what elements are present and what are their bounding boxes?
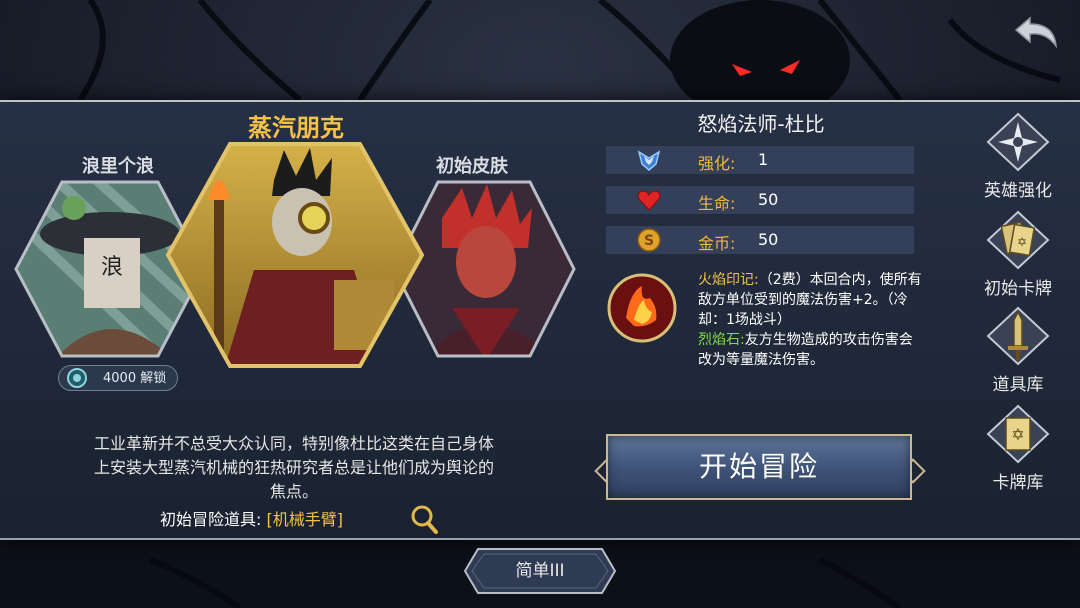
skill-name: 烈焰石: [698, 332, 745, 348]
gold-coin-icon: S [637, 228, 661, 252]
sidebar-starting-cards[interactable]: ✡ 初始卡牌 [972, 210, 1064, 299]
stat-label: 生命: [698, 194, 736, 213]
skin-title-center: 蒸汽朋克 [248, 114, 344, 142]
magnifier-icon[interactable] [410, 504, 438, 534]
sword-icon [986, 306, 1050, 366]
unlock-cost-badge[interactable]: 4000 解锁 [58, 365, 178, 391]
stat-label: 金币: [698, 234, 736, 253]
heart-icon [637, 190, 661, 211]
stat-row-gold: S 金币: 50 [606, 226, 914, 254]
difficulty-label: 简单III [515, 561, 565, 581]
starting-item: 初始冒险道具: [机械手臂] [160, 506, 343, 530]
skill-name: 火焰印记: [698, 272, 759, 288]
stat-row-level: 强化: 1 [606, 146, 914, 174]
skill-description: 火焰印记:（2费）本回合内，使所有敌方单位受到的魔法伤害+2。（冷却：1场战斗）… [698, 270, 926, 370]
skill-entry-1: 火焰印记:（2费）本回合内，使所有敌方单位受到的魔法伤害+2。（冷却：1场战斗） [698, 270, 926, 330]
hero-description: 工业革新并不总受大众认同，特别像杜比这类在自己身体上安装大型蒸汽机械的狂热研究者… [93, 434, 494, 501]
back-arrow-icon[interactable] [1012, 14, 1060, 50]
starting-item-name[interactable]: [机械手臂] [267, 510, 344, 529]
sidebar-label: 英雄强化 [984, 181, 1052, 201]
stat-row-health: 生命: 50 [606, 186, 914, 214]
sidebar-label: 道具库 [992, 375, 1044, 395]
sidebar-item-library[interactable]: 道具库 [972, 306, 1064, 395]
sidebar-hero-upgrade[interactable]: 英雄强化 [972, 112, 1064, 201]
stat-label: 强化: [698, 154, 736, 173]
stat-value: 50 [758, 230, 779, 249]
svg-text:✡: ✡ [1011, 425, 1024, 444]
svg-text:S: S [644, 233, 654, 249]
blue-rank-icon [637, 150, 661, 171]
star-card-icon: ✡ [986, 404, 1050, 464]
skin-title-right: 初始皮肤 [436, 156, 508, 177]
difficulty-button[interactable]: 简单III [462, 546, 618, 596]
skin-portrait-center[interactable] [164, 140, 426, 370]
stat-value: 1 [758, 150, 769, 169]
cards-icon: ✡ [986, 210, 1050, 270]
svg-text:✡: ✡ [1017, 235, 1027, 249]
start-adventure-button[interactable]: 开始冒险 [606, 434, 912, 500]
unlock-cost-text: 4000 解锁 [103, 371, 167, 386]
sidebar-card-library[interactable]: ✡ 卡牌库 [972, 404, 1064, 493]
svg-text:浪: 浪 [101, 255, 123, 280]
gem-coin-icon [67, 368, 87, 388]
sidebar-label: 初始卡牌 [984, 279, 1052, 299]
hero-name: 怒焰法师-杜比 [697, 112, 825, 136]
sidebar-label: 卡牌库 [992, 473, 1044, 493]
starting-item-label: 初始冒险道具: [160, 510, 262, 529]
compass-star-icon [986, 112, 1050, 172]
start-adventure-button-frame: 开始冒险 [594, 430, 926, 514]
skin-title-left: 浪里个浪 [82, 156, 154, 177]
fire-mark-skill-icon[interactable] [606, 272, 678, 344]
stat-value: 50 [758, 190, 779, 209]
skill-entry-2: 烈焰石:友方生物造成的攻击伤害会改为等量魔法伤害。 [698, 330, 926, 370]
